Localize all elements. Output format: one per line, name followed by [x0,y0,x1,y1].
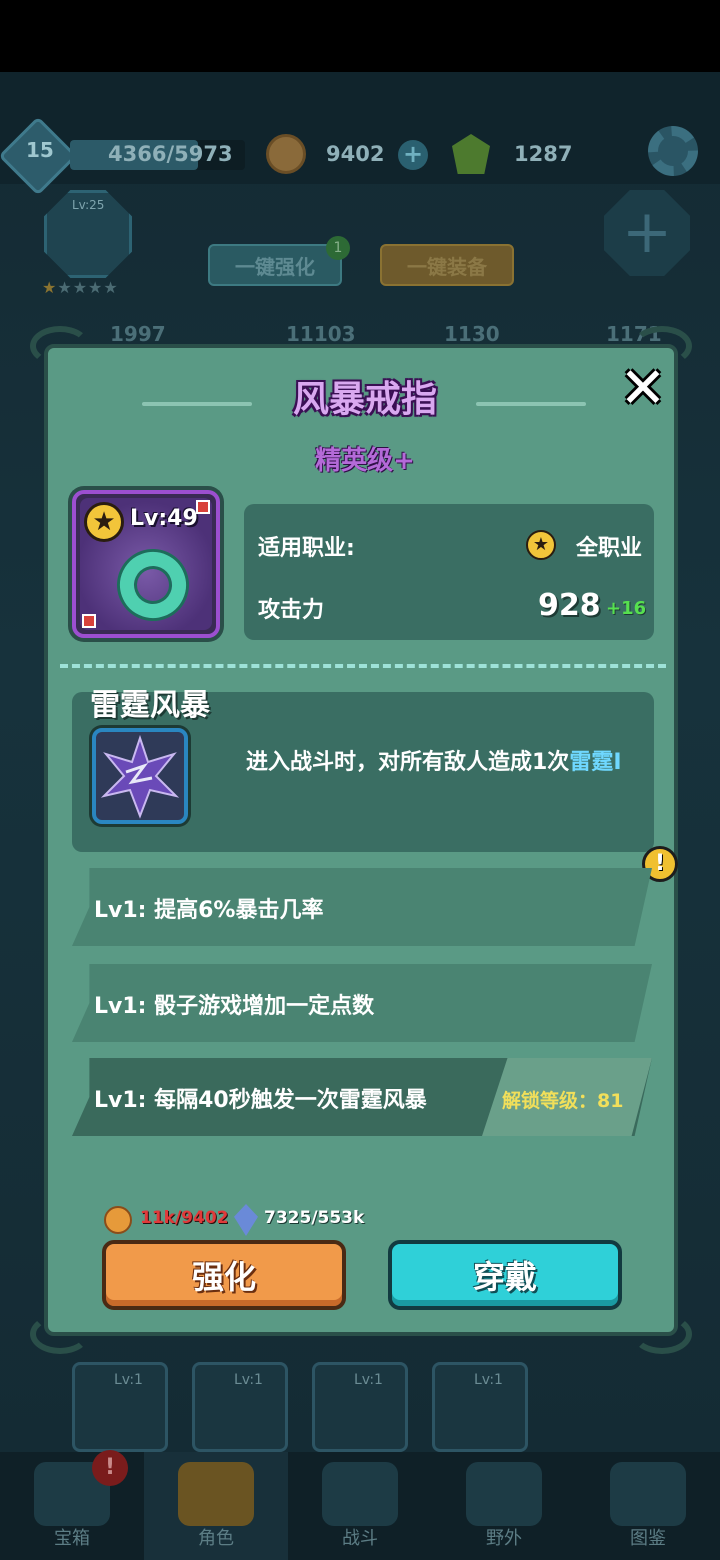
equipment-detail-modal: 风暴戒指 ✕ 精英级+ ★ Lv:49 适用职业: ★ 全职业 攻击力 928 … [30,326,692,1354]
upgrade-button[interactable]: 强化 [102,1240,346,1310]
tab-codex[interactable]: 图鉴 [576,1452,720,1560]
skill-description-text: 进入战斗时，对所有敌人造成1次 [246,750,570,775]
corner-ornament [30,1314,90,1354]
star-icon: ★ [42,278,58,297]
item-stats-panel: 适用职业: ★ 全职业 攻击力 928 +16 [244,504,654,640]
skill-name: 雷霆风暴 [90,688,210,723]
coin-count: 9402 [326,142,385,166]
xp-text: 4366/5973 [108,142,233,166]
skill-highlight: 雷霆I [569,750,622,775]
passive-row-locked: Lv1: 每隔40秒触发一次雷霆风暴 解锁等级：81 [72,1058,652,1136]
tab-label: 野外 [486,1528,522,1549]
tab-battle[interactable]: 战斗 [288,1452,432,1560]
tab-field[interactable]: 野外 [432,1452,576,1560]
passive-text: Lv1: 提高6%暴击几率 [94,898,324,923]
hero-stars: ★★★★★ [42,278,119,297]
attack-value: 928 [538,588,601,623]
enhance-count-badge: 1 [326,236,350,260]
hero-level: Lv:25 [72,198,105,212]
class-value: 全职业 [575,536,642,561]
castle-icon [466,1462,542,1526]
unlock-level-text: 解锁等级：81 [502,1090,624,1112]
coin-icon [104,1206,132,1234]
crystal-cost: 7325/553k [264,1208,365,1228]
passive-row: Lv1: 骰子游戏增加一定点数 [72,964,652,1042]
slot-level: Lv:1 [234,1372,263,1388]
skill-description: 进入战斗时，对所有敌人造成1次雷霆I [246,750,646,776]
close-button[interactable]: ✕ [616,361,670,418]
section-divider [60,664,666,668]
coin-cost: 11k/9402 [140,1208,229,1228]
tab-label: 角色 [198,1528,234,1549]
crystal-icon [234,1204,258,1236]
corner-gem-icon [196,500,210,514]
slot-level: Lv:1 [114,1372,143,1388]
item-card: ★ Lv:49 [72,490,220,638]
rarity-label: 精英级+ [315,446,415,476]
passive-text: Lv1: 骰子游戏增加一定点数 [94,994,375,1019]
tab-label: 战斗 [342,1528,378,1549]
add-coins-button[interactable]: + [398,140,428,170]
passive-text: Lv1: 每隔40秒触发一次雷霆风暴 [94,1088,427,1113]
thunder-star-icon [92,728,188,824]
coin-icon [266,134,306,174]
stat-value: 11103 [286,322,356,346]
stat-value: 1997 [110,322,166,346]
tab-label: 图鉴 [630,1528,666,1549]
crossed-swords-icon [322,1462,398,1526]
corner-ornament [632,1314,692,1354]
one-click-enhance-button[interactable]: 一键强化 [208,244,342,286]
attack-bonus: +16 [606,598,647,619]
passive-row: Lv1: 提高6%暴击几率 [72,868,652,946]
tab-character[interactable]: 角色 [144,1452,288,1560]
gem-count: 1287 [514,142,573,166]
helmet-icon [178,1462,254,1526]
one-click-equip-button[interactable]: 一键装备 [380,244,514,286]
slot-level: Lv:1 [474,1372,503,1388]
slot-level: Lv:1 [354,1372,383,1388]
wear-button[interactable]: 穿戴 [388,1240,622,1310]
class-label: 适用职业: [258,536,355,561]
settings-gear-icon[interactable] [648,126,698,176]
tab-label: 宝箱 [54,1528,90,1549]
book-icon [610,1462,686,1526]
attack-label: 攻击力 [258,598,325,623]
corner-ornament [30,326,90,366]
player-level: 15 [26,138,54,162]
modal-title: 风暴戒指 [292,379,437,420]
level-star-icon: ★ [84,502,124,542]
add-slot-plus-icon[interactable]: + [604,190,690,276]
corner-gem-icon [82,614,96,628]
item-level: Lv:49 [130,506,198,531]
chest-alert-icon: ! [92,1450,128,1486]
stat-value: 1130 [444,322,500,346]
all-class-star-icon: ★ [526,530,556,560]
